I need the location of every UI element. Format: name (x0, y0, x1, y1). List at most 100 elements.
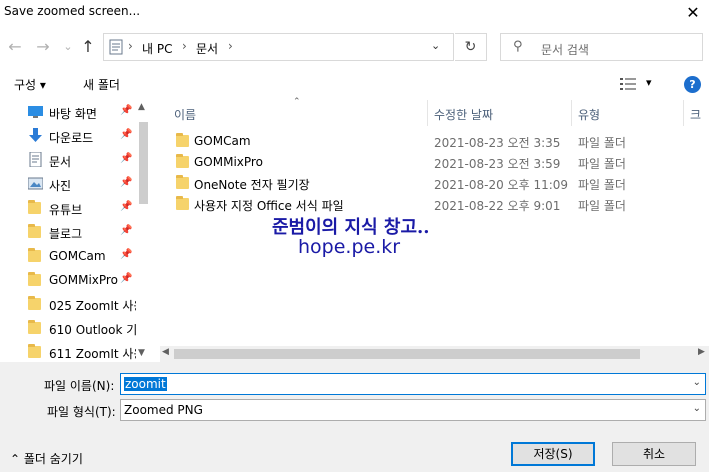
search-box[interactable]: ⚲ 문서 검색 (500, 33, 703, 61)
sidebar-item-gommixpro[interactable]: GOMMixPro 📌 (0, 268, 135, 292)
recent-locations-icon[interactable]: ⌄ (59, 38, 77, 56)
column-divider[interactable] (571, 100, 572, 126)
sidebar-item-gomcam[interactable]: GOMCam 📌 (0, 244, 135, 268)
folder-icon (28, 344, 41, 358)
filetype-select[interactable]: Zoomed PNG ⌄ (120, 399, 706, 421)
help-icon[interactable]: ? (684, 76, 701, 93)
column-header-size[interactable]: 크 (690, 100, 701, 126)
folder-icon (28, 272, 41, 286)
watermark-url: hope.pe.kr (298, 236, 401, 258)
filetype-value: Zoomed PNG (124, 403, 203, 417)
column-divider[interactable] (683, 100, 684, 126)
file-name: GOMCam (194, 134, 251, 148)
folder-icon (28, 248, 41, 262)
breadcrumb-separator[interactable]: › (228, 39, 233, 53)
hide-folders-toggle[interactable]: ⌃ 폴더 숨기기 (10, 450, 83, 467)
sidebar-item-pictures[interactable]: 사진 📌 (0, 172, 135, 196)
file-list-hscrollbar[interactable]: ◀ ▶ (160, 346, 709, 362)
sidebar-item-downloads[interactable]: 다운로드 📌 (0, 124, 135, 148)
filename-value: zoomit (124, 377, 167, 391)
search-icon: ⚲ (513, 39, 523, 54)
folder-icon (28, 296, 41, 310)
filename-label: 파일 이름(N): (44, 379, 115, 393)
new-folder-button[interactable]: 새 폴더 (83, 76, 120, 93)
navigation-pane: 바탕 화면 📌 다운로드 📌 문서 📌 사진 📌 유튜브 📌 블로그 📌 GOM… (0, 100, 150, 362)
table-row[interactable]: OneNote 전자 필기장 2021-08-20 오후 11:09 파일 폴더 (174, 173, 709, 194)
folder-icon (28, 200, 41, 214)
filename-input[interactable]: zoomit ⌄ (120, 373, 706, 395)
hide-folders-label: 폴더 숨기기 (23, 452, 83, 466)
scroll-right-icon[interactable]: ▶ (698, 347, 705, 357)
sidebar-item-desktop[interactable]: 바탕 화면 📌 (0, 100, 135, 124)
pin-icon[interactable]: 📌 (120, 177, 132, 188)
refresh-button[interactable]: ↻ (455, 33, 487, 61)
back-icon[interactable]: ← (6, 38, 24, 56)
pin-icon[interactable]: 📌 (120, 249, 132, 260)
save-form: 파일 이름(N): zoomit ⌄ 파일 형식(T): Zoomed PNG … (0, 362, 709, 472)
pin-icon[interactable]: 📌 (120, 129, 132, 140)
folder-icon (28, 224, 41, 238)
table-row[interactable]: 사용자 지정 Office 서식 파일 2021-08-22 오후 9:01 파… (174, 194, 709, 215)
close-icon[interactable]: ✕ (677, 0, 709, 25)
address-bar[interactable]: › 내 PC › 문서 › ⌄ (103, 33, 454, 61)
breadcrumb-separator[interactable]: › (182, 39, 187, 53)
view-dropdown-icon[interactable]: ▾ (646, 76, 652, 89)
file-modified: 2021-08-23 오전 3:59 (434, 157, 561, 171)
cancel-button[interactable]: 취소 (612, 442, 696, 466)
column-header-modified[interactable]: 수정한 날짜 (434, 100, 493, 126)
sort-ascending-icon: ⌃ (293, 97, 301, 107)
scrollbar-thumb[interactable] (139, 122, 148, 204)
sidebar-item-label: 610 Outlook 기능 (49, 323, 137, 337)
navigation-pane-scrollbar[interactable]: ▲ ▼ (136, 100, 150, 362)
sidebar-item-documents[interactable]: 문서 📌 (0, 148, 135, 172)
pictures-icon (28, 177, 43, 190)
file-type: 파일 폴더 (578, 199, 626, 213)
breadcrumb-item-this-pc[interactable]: 내 PC (142, 40, 172, 57)
pin-icon[interactable]: 📌 (120, 153, 132, 164)
chevron-down-icon[interactable]: ⌄ (431, 39, 440, 52)
organize-button[interactable]: 구성 ▾ (14, 76, 46, 93)
scroll-down-icon[interactable]: ▼ (138, 348, 145, 358)
sidebar-item-610-outlook[interactable]: 610 Outlook 기능 (0, 316, 137, 340)
breadcrumb-item-documents[interactable]: 문서 (196, 40, 218, 57)
file-type: 파일 폴더 (578, 136, 626, 150)
scroll-left-icon[interactable]: ◀ (162, 347, 169, 357)
file-name: GOMMixPro (194, 155, 263, 169)
chevron-up-icon: ⌃ (10, 452, 24, 466)
folder-icon (176, 154, 189, 168)
column-header-type[interactable]: 유형 (578, 100, 600, 126)
file-modified: 2021-08-20 오후 11:09 (434, 178, 569, 192)
pin-icon[interactable]: 📌 (120, 225, 132, 236)
forward-icon[interactable]: → (34, 38, 52, 56)
file-type: 파일 폴더 (578, 157, 626, 171)
folder-icon (176, 175, 189, 189)
file-modified: 2021-08-23 오전 3:35 (434, 136, 561, 150)
file-name: 사용자 지정 Office 서식 파일 (194, 199, 344, 213)
scroll-up-icon[interactable]: ▲ (138, 102, 145, 112)
table-row[interactable]: GOMMixPro 2021-08-23 오전 3:59 파일 폴더 (174, 152, 709, 173)
folder-icon (28, 320, 41, 334)
folder-icon (176, 196, 189, 210)
window-title: Save zoomed screen... (4, 4, 141, 18)
navigation-bar: ← → ⌄ ↑ › 내 PC › 문서 › ⌄ ↻ ⚲ 문서 검색 (0, 28, 709, 66)
sidebar-item-blog[interactable]: 블로그 📌 (0, 220, 135, 244)
file-type: 파일 폴더 (578, 178, 626, 192)
pin-icon[interactable]: 📌 (120, 201, 132, 212)
documents-icon (109, 39, 123, 55)
sidebar-item-025-zoomit[interactable]: 025 ZoomIt 사용 (0, 292, 137, 316)
folder-icon (176, 133, 189, 147)
search-placeholder: 문서 검색 (541, 43, 589, 57)
column-divider[interactable] (427, 100, 428, 126)
column-header-name[interactable]: 이름 (174, 100, 196, 126)
view-options-icon[interactable] (620, 78, 636, 90)
save-button[interactable]: 저장(S) (511, 442, 595, 466)
scrollbar-thumb[interactable] (174, 349, 640, 359)
table-row[interactable]: GOMCam 2021-08-23 오전 3:35 파일 폴더 (174, 131, 709, 152)
sidebar-item-youtube[interactable]: 유튜브 📌 (0, 196, 135, 220)
pin-icon[interactable]: 📌 (120, 105, 132, 116)
up-folder-icon[interactable]: ↑ (79, 38, 97, 56)
sidebar-item-611-zoomit[interactable]: 611 ZoomIt 사용 (0, 340, 137, 362)
chevron-down-icon[interactable]: ⌄ (693, 403, 701, 414)
pin-icon[interactable]: 📌 (120, 273, 132, 284)
chevron-down-icon[interactable]: ⌄ (693, 377, 701, 388)
